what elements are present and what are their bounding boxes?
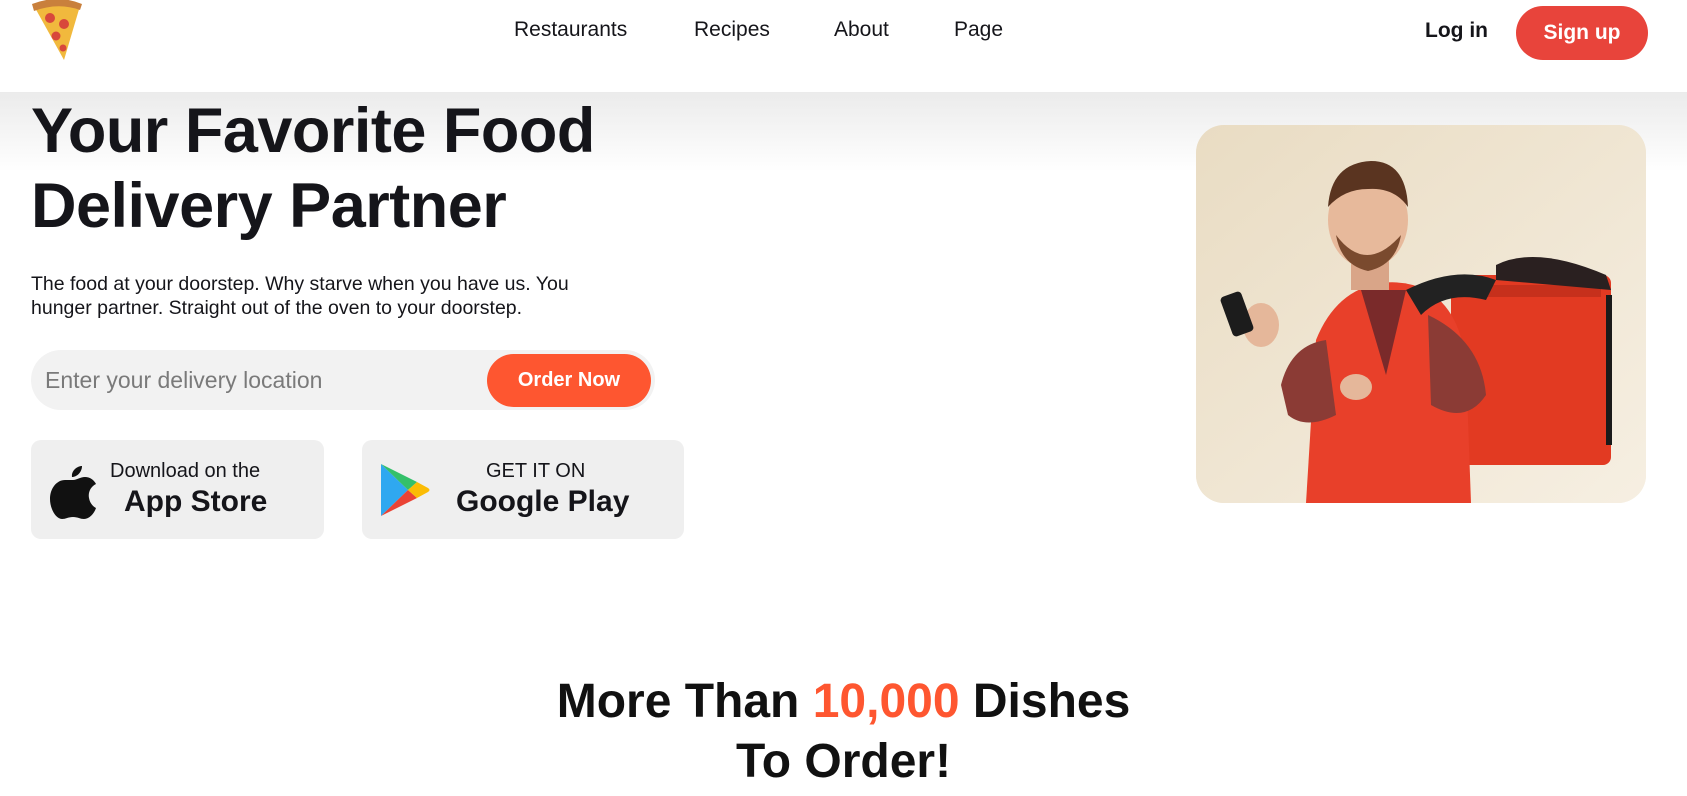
hero-title-line-2: Delivery Partner <box>31 171 507 241</box>
login-link[interactable]: Log in <box>1425 19 1488 43</box>
nav-recipes[interactable]: Recipes <box>694 18 770 42</box>
delivery-location-input[interactable] <box>45 360 495 400</box>
signup-button[interactable]: Sign up <box>1516 6 1648 60</box>
google-play-small-text: GET IT ON <box>486 460 586 482</box>
hero-subtitle: The food at your doorstep. Why starve wh… <box>31 272 671 320</box>
nav-about[interactable]: About <box>834 18 889 42</box>
app-store-big-text: App Store <box>124 485 268 518</box>
courier-image <box>1196 125 1646 503</box>
pizza-slice-icon[interactable] <box>28 0 84 64</box>
app-store-small-text: Download on the <box>110 460 261 482</box>
dishes-heading-line-2: To Order! <box>735 735 952 788</box>
dishes-count: 10,000 <box>812 675 960 728</box>
order-now-button[interactable]: Order Now <box>487 354 651 407</box>
dishes-prefix: More Than <box>556 675 800 728</box>
delivery-search-bar: Order Now <box>31 350 655 410</box>
hero-title-line-1: Your Favorite Food <box>31 96 595 166</box>
app-store-button[interactable]: Download on the App Store <box>31 440 324 539</box>
nav-page[interactable]: Page <box>954 18 1003 42</box>
navbar: Restaurants Recipes About Page Log in Si… <box>0 0 1687 92</box>
google-play-big-text: Google Play <box>456 485 630 518</box>
hero-subtitle-line-1: The food at your doorstep. Why starve wh… <box>31 273 569 295</box>
hero-subtitle-line-2: hunger partner. Straight out of the oven… <box>31 297 523 319</box>
apple-icon <box>49 462 97 525</box>
google-play-icon <box>378 462 430 523</box>
dishes-heading: More Than 10,000 Dishes To Order! <box>0 672 1687 792</box>
hero-title: Your Favorite Food Delivery Partner <box>31 94 595 244</box>
dishes-heading-line-1: More Than 10,000 Dishes <box>0 672 1687 732</box>
nav-restaurants[interactable]: Restaurants <box>514 18 627 42</box>
dishes-suffix: Dishes <box>972 675 1131 728</box>
google-play-button[interactable]: GET IT ON Google Play <box>362 440 684 539</box>
